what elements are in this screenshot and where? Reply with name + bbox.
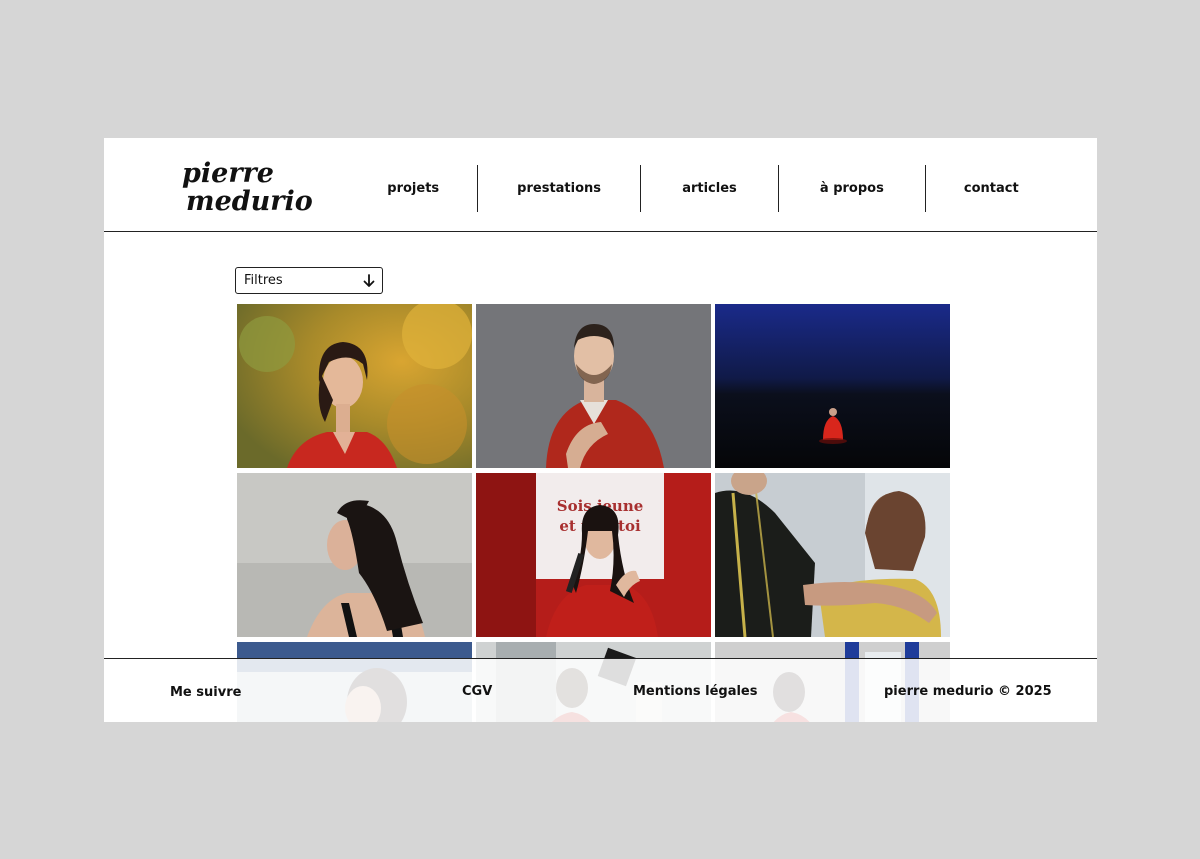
filters-dropdown[interactable]: Filtres	[235, 267, 383, 294]
gallery-photo[interactable]: Sois jeune et tais-toi	[476, 473, 711, 637]
main-nav: projets prestations articles à propos co…	[349, 165, 1057, 212]
photo-woman-profile	[237, 473, 472, 637]
gallery-photo[interactable]	[715, 473, 950, 637]
logo[interactable]: pierre medurio	[178, 158, 332, 216]
footer-cgv-link[interactable]: CGV	[462, 684, 492, 699]
arrow-down-icon	[363, 273, 375, 287]
footer-copyright: pierre medurio © 2025	[884, 684, 1052, 699]
photo-dark-stage	[715, 304, 950, 468]
page-frame: Sois jeune et tais-toi	[104, 138, 1097, 722]
gallery-photo[interactable]	[476, 304, 711, 468]
photo-woman-foliage	[237, 304, 472, 468]
nav-contact[interactable]: contact	[926, 165, 1057, 212]
photo-man-red-drape	[476, 304, 711, 468]
nav-a-propos[interactable]: à propos	[779, 165, 924, 212]
site-footer: Me suivre CGV Mentions légales pierre me…	[104, 658, 1097, 722]
photo-hand-on-shoulder	[715, 473, 950, 637]
footer-follow-link[interactable]: Me suivre	[170, 685, 241, 700]
svg-text:medurio: medurio	[186, 186, 313, 216]
gallery-photo[interactable]	[237, 304, 472, 468]
nav-projets[interactable]: projets	[349, 165, 477, 212]
photo-woman-speaking: Sois jeune et tais-toi	[476, 473, 711, 637]
footer-legal-link[interactable]: Mentions légales	[633, 684, 758, 699]
svg-text:pierre: pierre	[182, 158, 274, 189]
gallery-photo[interactable]	[237, 473, 472, 637]
nav-prestations[interactable]: prestations	[478, 165, 639, 212]
gallery-photo[interactable]	[715, 304, 950, 468]
filters-label: Filtres	[244, 273, 283, 288]
site-header: pierre medurio projets prestations artic…	[104, 138, 1097, 232]
nav-articles[interactable]: articles	[641, 165, 778, 212]
